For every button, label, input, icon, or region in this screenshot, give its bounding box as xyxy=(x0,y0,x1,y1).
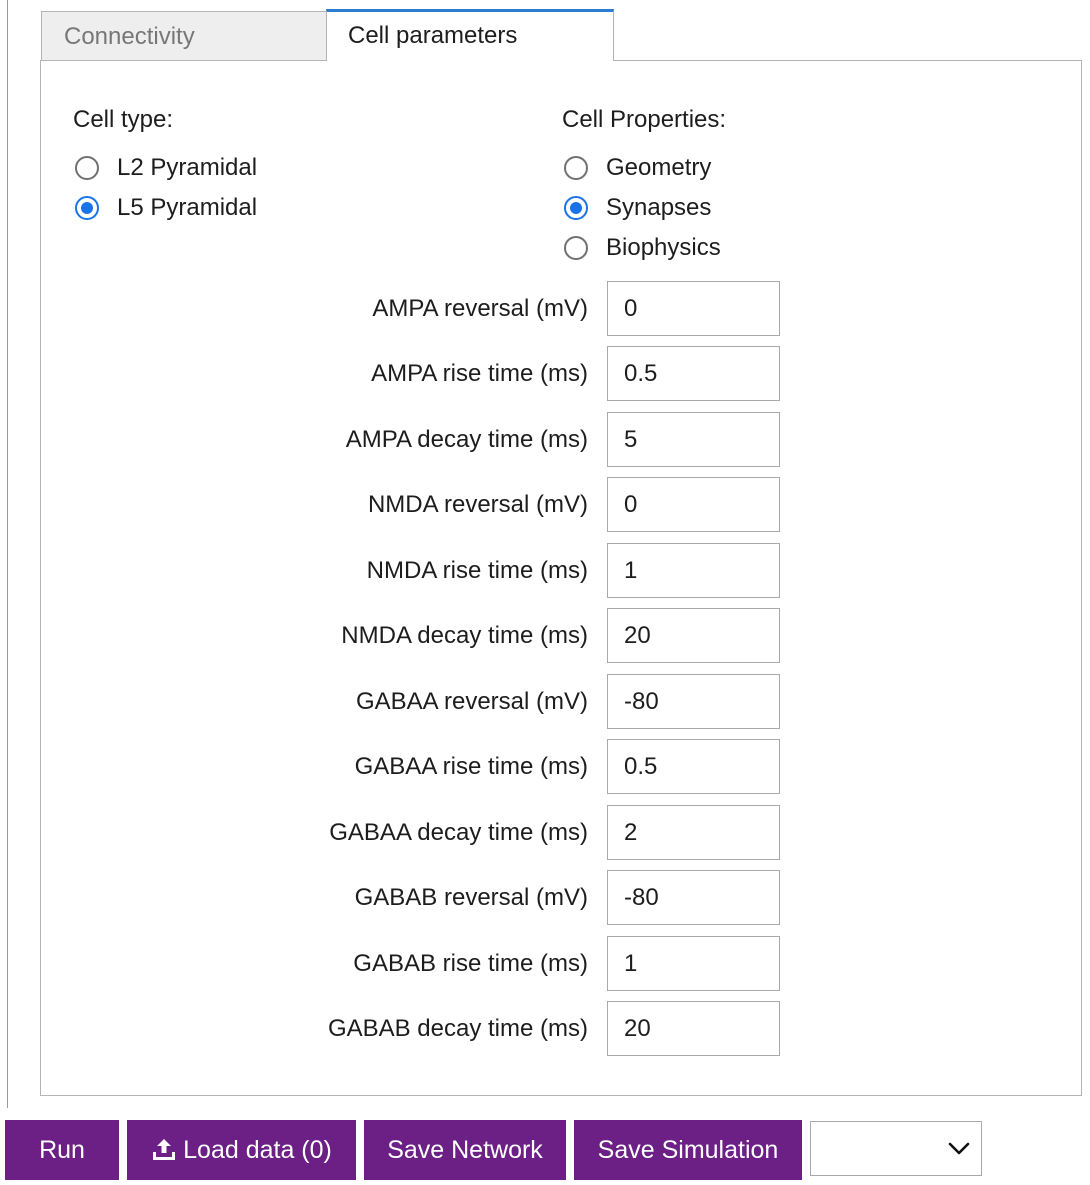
ampa-decay-time-input[interactable] xyxy=(607,412,780,467)
gabaa-decay-time-input[interactable] xyxy=(607,805,780,860)
radio-label: Biophysics xyxy=(606,234,721,261)
cell-type-title: Cell type: xyxy=(73,106,174,133)
ampa-rise-time-input[interactable] xyxy=(607,346,780,401)
nmda-rise-time-input[interactable] xyxy=(607,543,780,598)
param-label: GABAA rise time (ms) xyxy=(354,753,588,780)
left-border xyxy=(7,0,8,1108)
param-label: GABAB rise time (ms) xyxy=(353,950,588,977)
chevron-down-icon xyxy=(947,1136,971,1160)
nmda-decay-time-input[interactable] xyxy=(607,608,780,663)
radio-synapses[interactable]: Synapses xyxy=(564,192,711,224)
param-label: GABAA decay time (ms) xyxy=(329,819,588,846)
radio-label: L2 Pyramidal xyxy=(117,154,258,181)
save-simulation-label: Save Simulation xyxy=(597,1135,779,1164)
param-row-gabab-rise: GABAB rise time (ms) xyxy=(40,936,780,992)
param-row-gabab-decay: GABAB decay time (ms) xyxy=(40,1001,780,1057)
param-label: AMPA reversal (mV) xyxy=(372,295,588,322)
param-row-nmda-rise: NMDA rise time (ms) xyxy=(40,543,780,599)
nmda-reversal-input[interactable] xyxy=(607,477,780,532)
radio-button[interactable] xyxy=(564,236,588,260)
param-row-ampa-rise: AMPA rise time (ms) xyxy=(40,346,780,402)
radio-button[interactable] xyxy=(564,196,588,220)
tab-bar: Connectivity Cell parameters xyxy=(40,9,1082,61)
param-row-gabaa-rise: GABAA rise time (ms) xyxy=(40,739,780,795)
radio-label: L5 Pyramidal xyxy=(117,194,258,221)
radio-l2-pyramidal[interactable]: L2 Pyramidal xyxy=(75,152,257,184)
param-label: GABAB reversal (mV) xyxy=(354,884,588,911)
ampa-reversal-input[interactable] xyxy=(607,281,780,336)
param-row-gabaa-reversal: GABAA reversal (mV) xyxy=(40,674,780,730)
tab-connectivity[interactable]: Connectivity xyxy=(41,11,327,61)
gabab-rise-time-input[interactable] xyxy=(607,936,780,991)
active-tab-joiner xyxy=(327,60,613,62)
param-label: NMDA decay time (ms) xyxy=(341,622,588,649)
cell-properties-title: Cell Properties: xyxy=(562,106,727,133)
param-label: AMPA rise time (ms) xyxy=(371,360,588,387)
param-label: AMPA decay time (ms) xyxy=(345,426,588,453)
param-label: GABAB decay time (ms) xyxy=(327,1015,588,1042)
gabab-decay-time-input[interactable] xyxy=(607,1001,780,1056)
save-simulation-button[interactable]: Save Simulation xyxy=(574,1120,802,1180)
load-data-button[interactable]: Load data (0) xyxy=(127,1120,356,1180)
radio-biophysics[interactable]: Biophysics xyxy=(564,232,721,264)
radio-button[interactable] xyxy=(564,156,588,180)
param-label: NMDA reversal (mV) xyxy=(367,491,588,518)
run-label: Run xyxy=(39,1135,85,1164)
radio-button[interactable] xyxy=(75,156,99,180)
radio-geometry[interactable]: Geometry xyxy=(564,152,711,184)
param-label: GABAA reversal (mV) xyxy=(355,688,588,715)
simulation-select[interactable] xyxy=(810,1121,982,1176)
load-data-label: Load data (0) xyxy=(183,1135,332,1164)
param-row-nmda-reversal: NMDA reversal (mV) xyxy=(40,477,780,533)
radio-label: Synapses xyxy=(606,194,712,221)
radio-l5-pyramidal[interactable]: L5 Pyramidal xyxy=(75,192,257,224)
save-network-label: Save Network xyxy=(387,1135,543,1164)
param-row-nmda-decay: NMDA decay time (ms) xyxy=(40,608,780,664)
save-network-button[interactable]: Save Network xyxy=(364,1120,566,1180)
param-row-gabab-reversal: GABAB reversal (mV) xyxy=(40,870,780,926)
upload-icon xyxy=(151,1137,177,1163)
param-row-ampa-reversal: AMPA reversal (mV) xyxy=(40,281,780,337)
param-row-ampa-decay: AMPA decay time (ms) xyxy=(40,412,780,468)
tab-cell-parameters[interactable]: Cell parameters xyxy=(326,9,614,61)
param-row-gabaa-decay: GABAA decay time (ms) xyxy=(40,805,780,861)
run-button[interactable]: Run xyxy=(5,1120,119,1180)
gabab-reversal-input[interactable] xyxy=(607,870,780,925)
radio-label: Geometry xyxy=(606,154,712,181)
radio-button[interactable] xyxy=(75,196,99,220)
gabaa-rise-time-input[interactable] xyxy=(607,739,780,794)
param-label: NMDA rise time (ms) xyxy=(366,557,588,584)
gabaa-reversal-input[interactable] xyxy=(607,674,780,729)
